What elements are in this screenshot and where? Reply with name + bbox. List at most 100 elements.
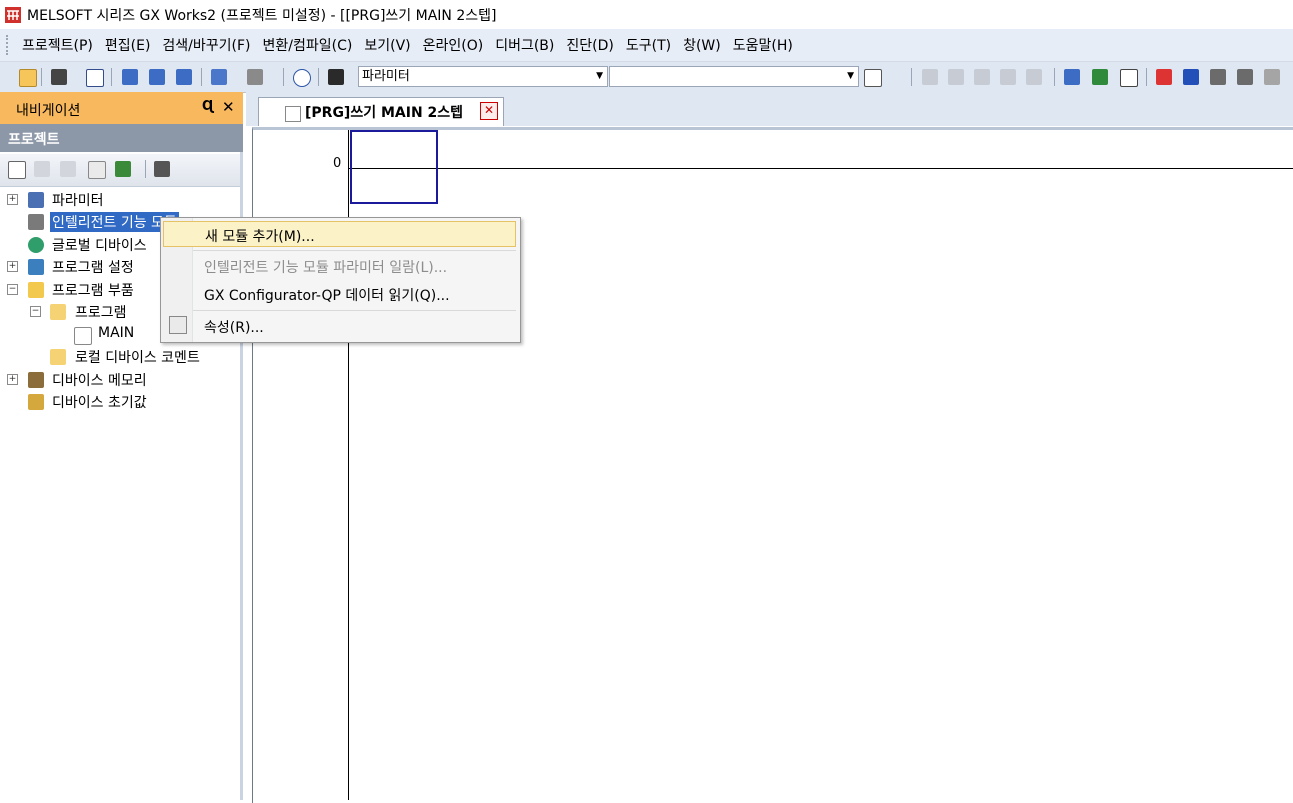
- undo-button[interactable]: [998, 67, 1018, 87]
- menu-window[interactable]: 창(W): [680, 35, 730, 55]
- property-button[interactable]: [86, 159, 106, 179]
- tree-item-label: 프로그램: [75, 305, 127, 321]
- rung-number: 0: [333, 156, 342, 171]
- program-parts-icon: [28, 282, 44, 298]
- navigation-header: 내비게이션 Ɋ ✕: [0, 92, 243, 125]
- tree-item-label: 프로그램 부품: [52, 283, 134, 299]
- copy-icon: [34, 161, 50, 177]
- parameter-combo-value: 파라미터: [362, 69, 410, 84]
- page-button[interactable]: [862, 67, 882, 87]
- ladder-cursor[interactable]: [350, 130, 438, 204]
- find-device-button[interactable]: [245, 67, 265, 87]
- dev-icon: [1064, 69, 1080, 85]
- toolbar-separator: [145, 160, 146, 178]
- menu-diagnostics[interactable]: 진단(D): [563, 35, 622, 55]
- copy-data-button[interactable]: [32, 159, 52, 179]
- help-button[interactable]: [291, 67, 311, 87]
- read-mode-button[interactable]: [1090, 67, 1110, 87]
- binoculars-button[interactable]: [326, 67, 346, 87]
- module-icon: [28, 214, 44, 230]
- pin-icon[interactable]: Ɋ: [202, 99, 213, 114]
- properties-icon: [169, 316, 187, 334]
- page-icon: [864, 69, 882, 87]
- element-combo[interactable]: ▼: [609, 66, 859, 87]
- paste-button[interactable]: [972, 67, 992, 87]
- redo-button[interactable]: [1024, 67, 1044, 87]
- redo-icon: [1026, 69, 1042, 85]
- tree-item-label: 파라미터: [52, 193, 104, 209]
- menu-item-read-configurator-qp[interactable]: GX Configurator-QP 데이터 읽기(Q)...: [163, 281, 516, 307]
- monitor-mode-button[interactable]: [1118, 67, 1138, 87]
- paste-data-button[interactable]: [58, 159, 78, 179]
- project-title: 프로젝트: [8, 132, 60, 148]
- folder-icon: [50, 304, 66, 320]
- navigation-icon: [19, 69, 37, 87]
- collapse-icon[interactable]: −: [7, 284, 18, 295]
- editor-tab[interactable]: [PRG]쓰기 MAIN 2스텝 ✕: [258, 97, 504, 126]
- toolbar-separator: [318, 68, 319, 86]
- menu-item-properties[interactable]: 속성(R)...: [163, 313, 516, 339]
- menu-item-parameter-list[interactable]: 인텔리전트 기능 모듈 파라미터 일람(L)...: [163, 253, 516, 279]
- device-list-button[interactable]: [174, 67, 194, 87]
- help-icon: [293, 69, 311, 87]
- ladder-program-icon: [74, 327, 92, 345]
- toolbar: 파라미터 ▼ ▼: [0, 62, 1293, 93]
- write-to-plc-button[interactable]: [1154, 67, 1174, 87]
- write-mode-button[interactable]: [1062, 67, 1082, 87]
- menu-online[interactable]: 온라인(O): [420, 35, 493, 55]
- chevron-down-icon: ▼: [596, 71, 603, 81]
- new-data-button[interactable]: [6, 159, 26, 179]
- tree-item-label: 프로그램 설정: [52, 260, 134, 276]
- device-memory-button[interactable]: [120, 67, 140, 87]
- menu-debug[interactable]: 디버그(B): [492, 35, 563, 55]
- refresh-button[interactable]: [113, 159, 133, 179]
- context-menu: 새 모듈 추가(M)... 인텔리전트 기능 모듈 파라미터 일람(L)... …: [160, 217, 521, 343]
- close-icon[interactable]: ✕: [222, 98, 235, 116]
- menu-view[interactable]: 보기(V): [361, 35, 419, 55]
- read-plc-icon: [1183, 69, 1199, 85]
- cut-icon: [922, 69, 938, 85]
- menubar-grip[interactable]: [6, 35, 11, 55]
- navigation-toggle-button[interactable]: [17, 67, 37, 87]
- tree-item-label: MAIN: [98, 325, 135, 341]
- watch-icon: [211, 69, 227, 85]
- cut-button[interactable]: [920, 67, 940, 87]
- parameter-combo[interactable]: 파라미터 ▼: [358, 66, 608, 87]
- sort-button[interactable]: [152, 159, 172, 179]
- close-icon[interactable]: ✕: [480, 102, 498, 120]
- menu-item-add-new-module[interactable]: 새 모듈 추가(M)...: [163, 221, 516, 247]
- program-setting-icon: [28, 259, 44, 275]
- monitor-icon: [1120, 69, 1138, 87]
- collapse-icon[interactable]: −: [30, 306, 41, 317]
- window-title: MELSOFT 시리즈 GX Works2 (프로젝트 미설정) - [[PRG…: [27, 7, 497, 24]
- window-list-button[interactable]: [84, 67, 104, 87]
- verify-button[interactable]: [1208, 67, 1228, 87]
- parameter-icon: [28, 192, 44, 208]
- menu-separator: [193, 310, 516, 311]
- monitor-stop-button[interactable]: [1262, 67, 1282, 87]
- copy-button[interactable]: [946, 67, 966, 87]
- read-icon: [1092, 69, 1108, 85]
- find-icon: [247, 69, 263, 85]
- editor-tab-label: [PRG]쓰기 MAIN 2스텝: [305, 105, 464, 121]
- device-batch-button[interactable]: [147, 67, 167, 87]
- project-header: 프로젝트: [0, 124, 243, 152]
- navigation-title: 내비게이션: [16, 103, 81, 119]
- menu-tools[interactable]: 도구(T): [623, 35, 680, 55]
- expand-icon[interactable]: +: [7, 374, 18, 385]
- expand-icon[interactable]: +: [7, 194, 18, 205]
- monitor-start-button[interactable]: [1235, 67, 1255, 87]
- refresh-icon: [115, 161, 131, 177]
- property-icon: [88, 161, 106, 179]
- menu-help[interactable]: 도움말(H): [730, 35, 802, 55]
- new-data-icon: [8, 161, 26, 179]
- navigation-panel: 내비게이션 Ɋ ✕ 프로젝트 + 파라미터 인텔리전트 기능 모듈 글로벌 디바…: [0, 92, 243, 800]
- expand-icon[interactable]: +: [7, 261, 18, 272]
- menu-find-replace[interactable]: 검색/바꾸기(F): [159, 35, 259, 55]
- watch-button[interactable]: [209, 67, 229, 87]
- menu-edit[interactable]: 편집(E): [102, 35, 160, 55]
- module-config-button[interactable]: [49, 67, 69, 87]
- menu-convert-compile[interactable]: 변환/컴파일(C): [260, 35, 362, 55]
- read-from-plc-button[interactable]: [1181, 67, 1201, 87]
- menu-project[interactable]: 프로젝트(P): [19, 35, 102, 55]
